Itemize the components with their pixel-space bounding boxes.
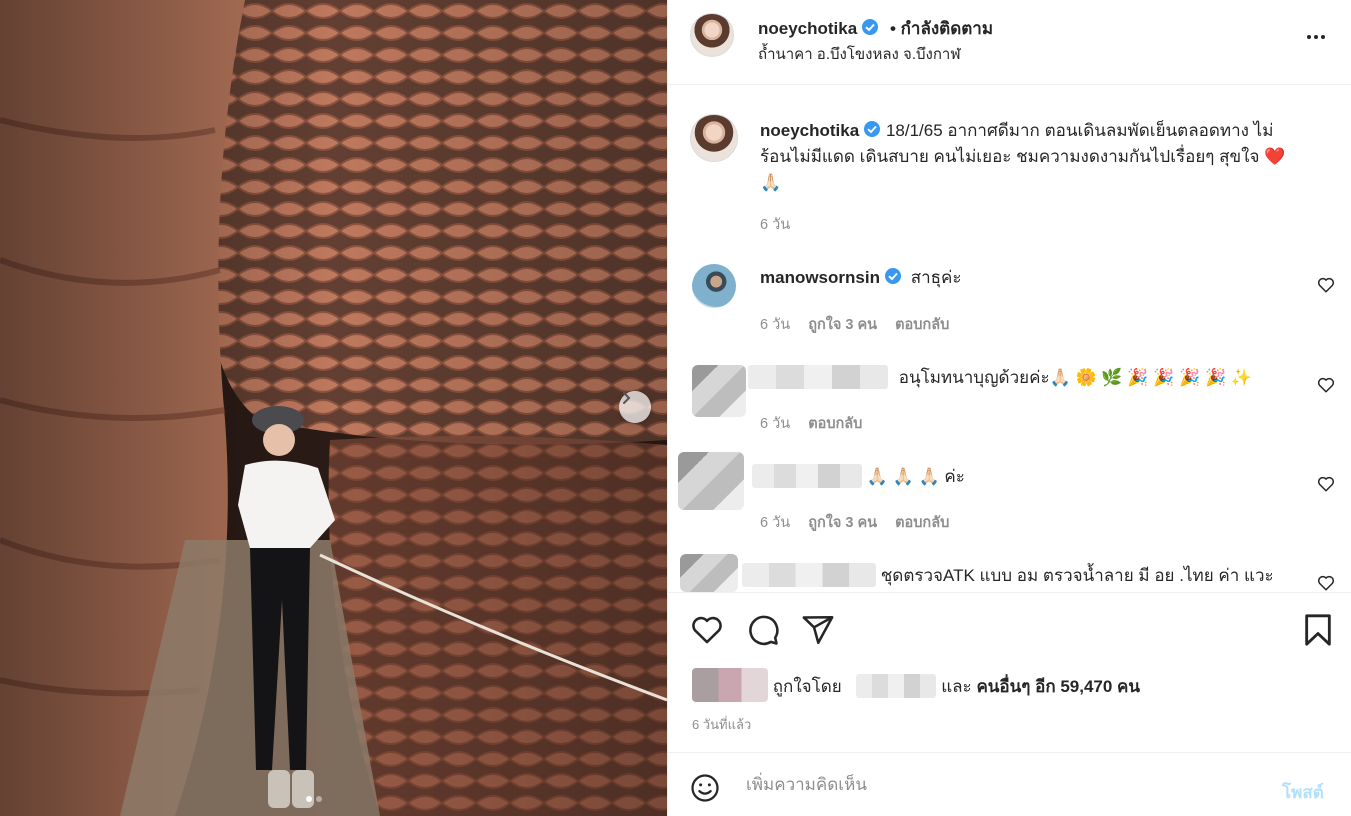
- post-comment-button[interactable]: โพสต์: [1282, 779, 1324, 806]
- comment: manowsornsin สาธุค่ะ: [760, 265, 962, 291]
- username-link[interactable]: noeychotika: [758, 19, 857, 38]
- comment-meta: 6 วัน ตอบกลับ: [760, 412, 862, 435]
- liker-avatars: [692, 668, 768, 702]
- next-photo-button[interactable]: [619, 391, 651, 423]
- post-actions: ถูกใจโดย และ คนอื่นๆ อีก 59,470 คน 6 วัน…: [668, 592, 1351, 752]
- verified-badge-icon: [862, 19, 879, 35]
- comment-username[interactable]: [752, 464, 862, 488]
- comment-text: อนุโมทนาบุญด้วยค่ะ🙏🏻 🌼 🌿 🎉 🎉 🎉 🎉 ✨: [898, 368, 1252, 387]
- avatar[interactable]: [690, 114, 738, 162]
- like-comment-heart-icon[interactable]: [1317, 376, 1335, 394]
- comment-meta: 6 วัน ถูกใจ 3 คน ตอบกลับ: [760, 511, 949, 534]
- avatar[interactable]: [692, 365, 746, 417]
- likes-others-count[interactable]: คนอื่นๆ อีก 59,470 คน: [976, 677, 1140, 696]
- liker-username[interactable]: [856, 674, 937, 698]
- comment-time: 6 วัน: [760, 416, 791, 432]
- cave-photo-illustration: [0, 0, 667, 816]
- like-comment-heart-icon[interactable]: [1317, 475, 1335, 493]
- comment: ชุดตรวจATK แบบ อม ตรวจน้ำลาย มี อย .ไทย …: [742, 563, 1274, 589]
- likes-summary[interactable]: ถูกใจโดย และ คนอื่นๆ อีก 59,470 คน: [692, 668, 1140, 702]
- post-time-ago[interactable]: 6 วันที่แล้ว: [692, 714, 751, 735]
- comment-likes[interactable]: ถูกใจ 3 คน: [808, 317, 877, 333]
- share-paper-plane-icon[interactable]: [801, 613, 835, 647]
- reply-button[interactable]: ตอบกลับ: [808, 416, 862, 432]
- verified-badge-icon: [864, 121, 881, 137]
- avatar[interactable]: [680, 554, 738, 592]
- caption: noeychotika 18/1/65 อากาศดีมาก ตอนเดินลม…: [760, 118, 1330, 196]
- header-user-line: noeychotika • กำลังติดตาม: [758, 15, 993, 42]
- caption-text-line3: 🙏🏻: [760, 173, 782, 192]
- comment-likes[interactable]: ถูกใจ 3 คน: [808, 515, 877, 531]
- location-link[interactable]: ถ้ำนาคา อ.บึงโขงหลง จ.บึงกาฬ: [758, 42, 961, 66]
- like-heart-icon[interactable]: [690, 613, 724, 647]
- comment-text: 🙏🏻 🙏🏻 🙏🏻 ค่ะ: [866, 467, 965, 486]
- comment-time: 6 วัน: [760, 515, 791, 531]
- comments-list[interactable]: noeychotika 18/1/65 อากาศดีมาก ตอนเดินลม…: [668, 86, 1351, 592]
- emoji-smiley-icon[interactable]: [690, 773, 720, 803]
- verified-badge-icon: [884, 268, 901, 284]
- reply-button[interactable]: ตอบกลับ: [895, 317, 949, 333]
- comment-text: สาธุค่ะ: [910, 268, 962, 287]
- caption-text-line1: 18/1/65 อากาศดีมาก ตอนเดินลมพัดเย็นตลอดท…: [885, 121, 1274, 140]
- post-photo[interactable]: [0, 0, 667, 816]
- caption-time: 6 วัน: [760, 217, 791, 233]
- caption-username[interactable]: noeychotika: [760, 121, 859, 140]
- avatar[interactable]: [678, 452, 744, 510]
- avatar[interactable]: [690, 13, 734, 57]
- comment: อนุโมทนาบุญด้วยค่ะ🙏🏻 🌼 🌿 🎉 🎉 🎉 🎉 ✨: [748, 365, 1252, 391]
- like-comment-heart-icon[interactable]: [1317, 276, 1335, 294]
- comment-composer: โพสต์: [668, 752, 1351, 816]
- chevron-right-icon: [623, 392, 631, 404]
- comment: 🙏🏻 🙏🏻 🙏🏻 ค่ะ: [752, 464, 965, 490]
- post-side-panel: noeychotika • กำลังติดตาม ถ้ำนาคา อ.บึงโ…: [667, 0, 1351, 816]
- comment-username[interactable]: [742, 563, 876, 587]
- save-bookmark-icon[interactable]: [1303, 613, 1333, 647]
- like-comment-heart-icon[interactable]: [1317, 574, 1335, 592]
- carousel-dot-active: [306, 796, 312, 802]
- comment-bubble-icon[interactable]: [746, 613, 780, 647]
- carousel-dot: [316, 796, 322, 802]
- comment-username[interactable]: [748, 365, 888, 389]
- following-status[interactable]: • กำลังติดตาม: [890, 19, 993, 38]
- comment-text: ชุดตรวจATK แบบ อม ตรวจน้ำลาย มี อย .ไทย …: [880, 566, 1274, 585]
- likes-and: และ: [941, 677, 972, 696]
- comment-username[interactable]: manowsornsin: [760, 268, 880, 287]
- comment-meta: 6 วัน ถูกใจ 3 คน ตอบกลับ: [760, 313, 949, 336]
- likes-prefix: ถูกใจโดย: [772, 677, 842, 696]
- caption-text-line2: ร้อนไม่มีแดด เดินสบาย คนไม่เยอะ ชมความงด…: [760, 147, 1286, 166]
- more-options-icon[interactable]: [1304, 25, 1328, 49]
- carousel-dots: [306, 796, 322, 802]
- post-header: noeychotika • กำลังติดตาม ถ้ำนาคา อ.บึงโ…: [668, 0, 1351, 85]
- avatar[interactable]: [692, 264, 736, 308]
- reply-button[interactable]: ตอบกลับ: [895, 515, 949, 531]
- comment-time: 6 วัน: [760, 317, 791, 333]
- comment-input[interactable]: [746, 771, 1246, 799]
